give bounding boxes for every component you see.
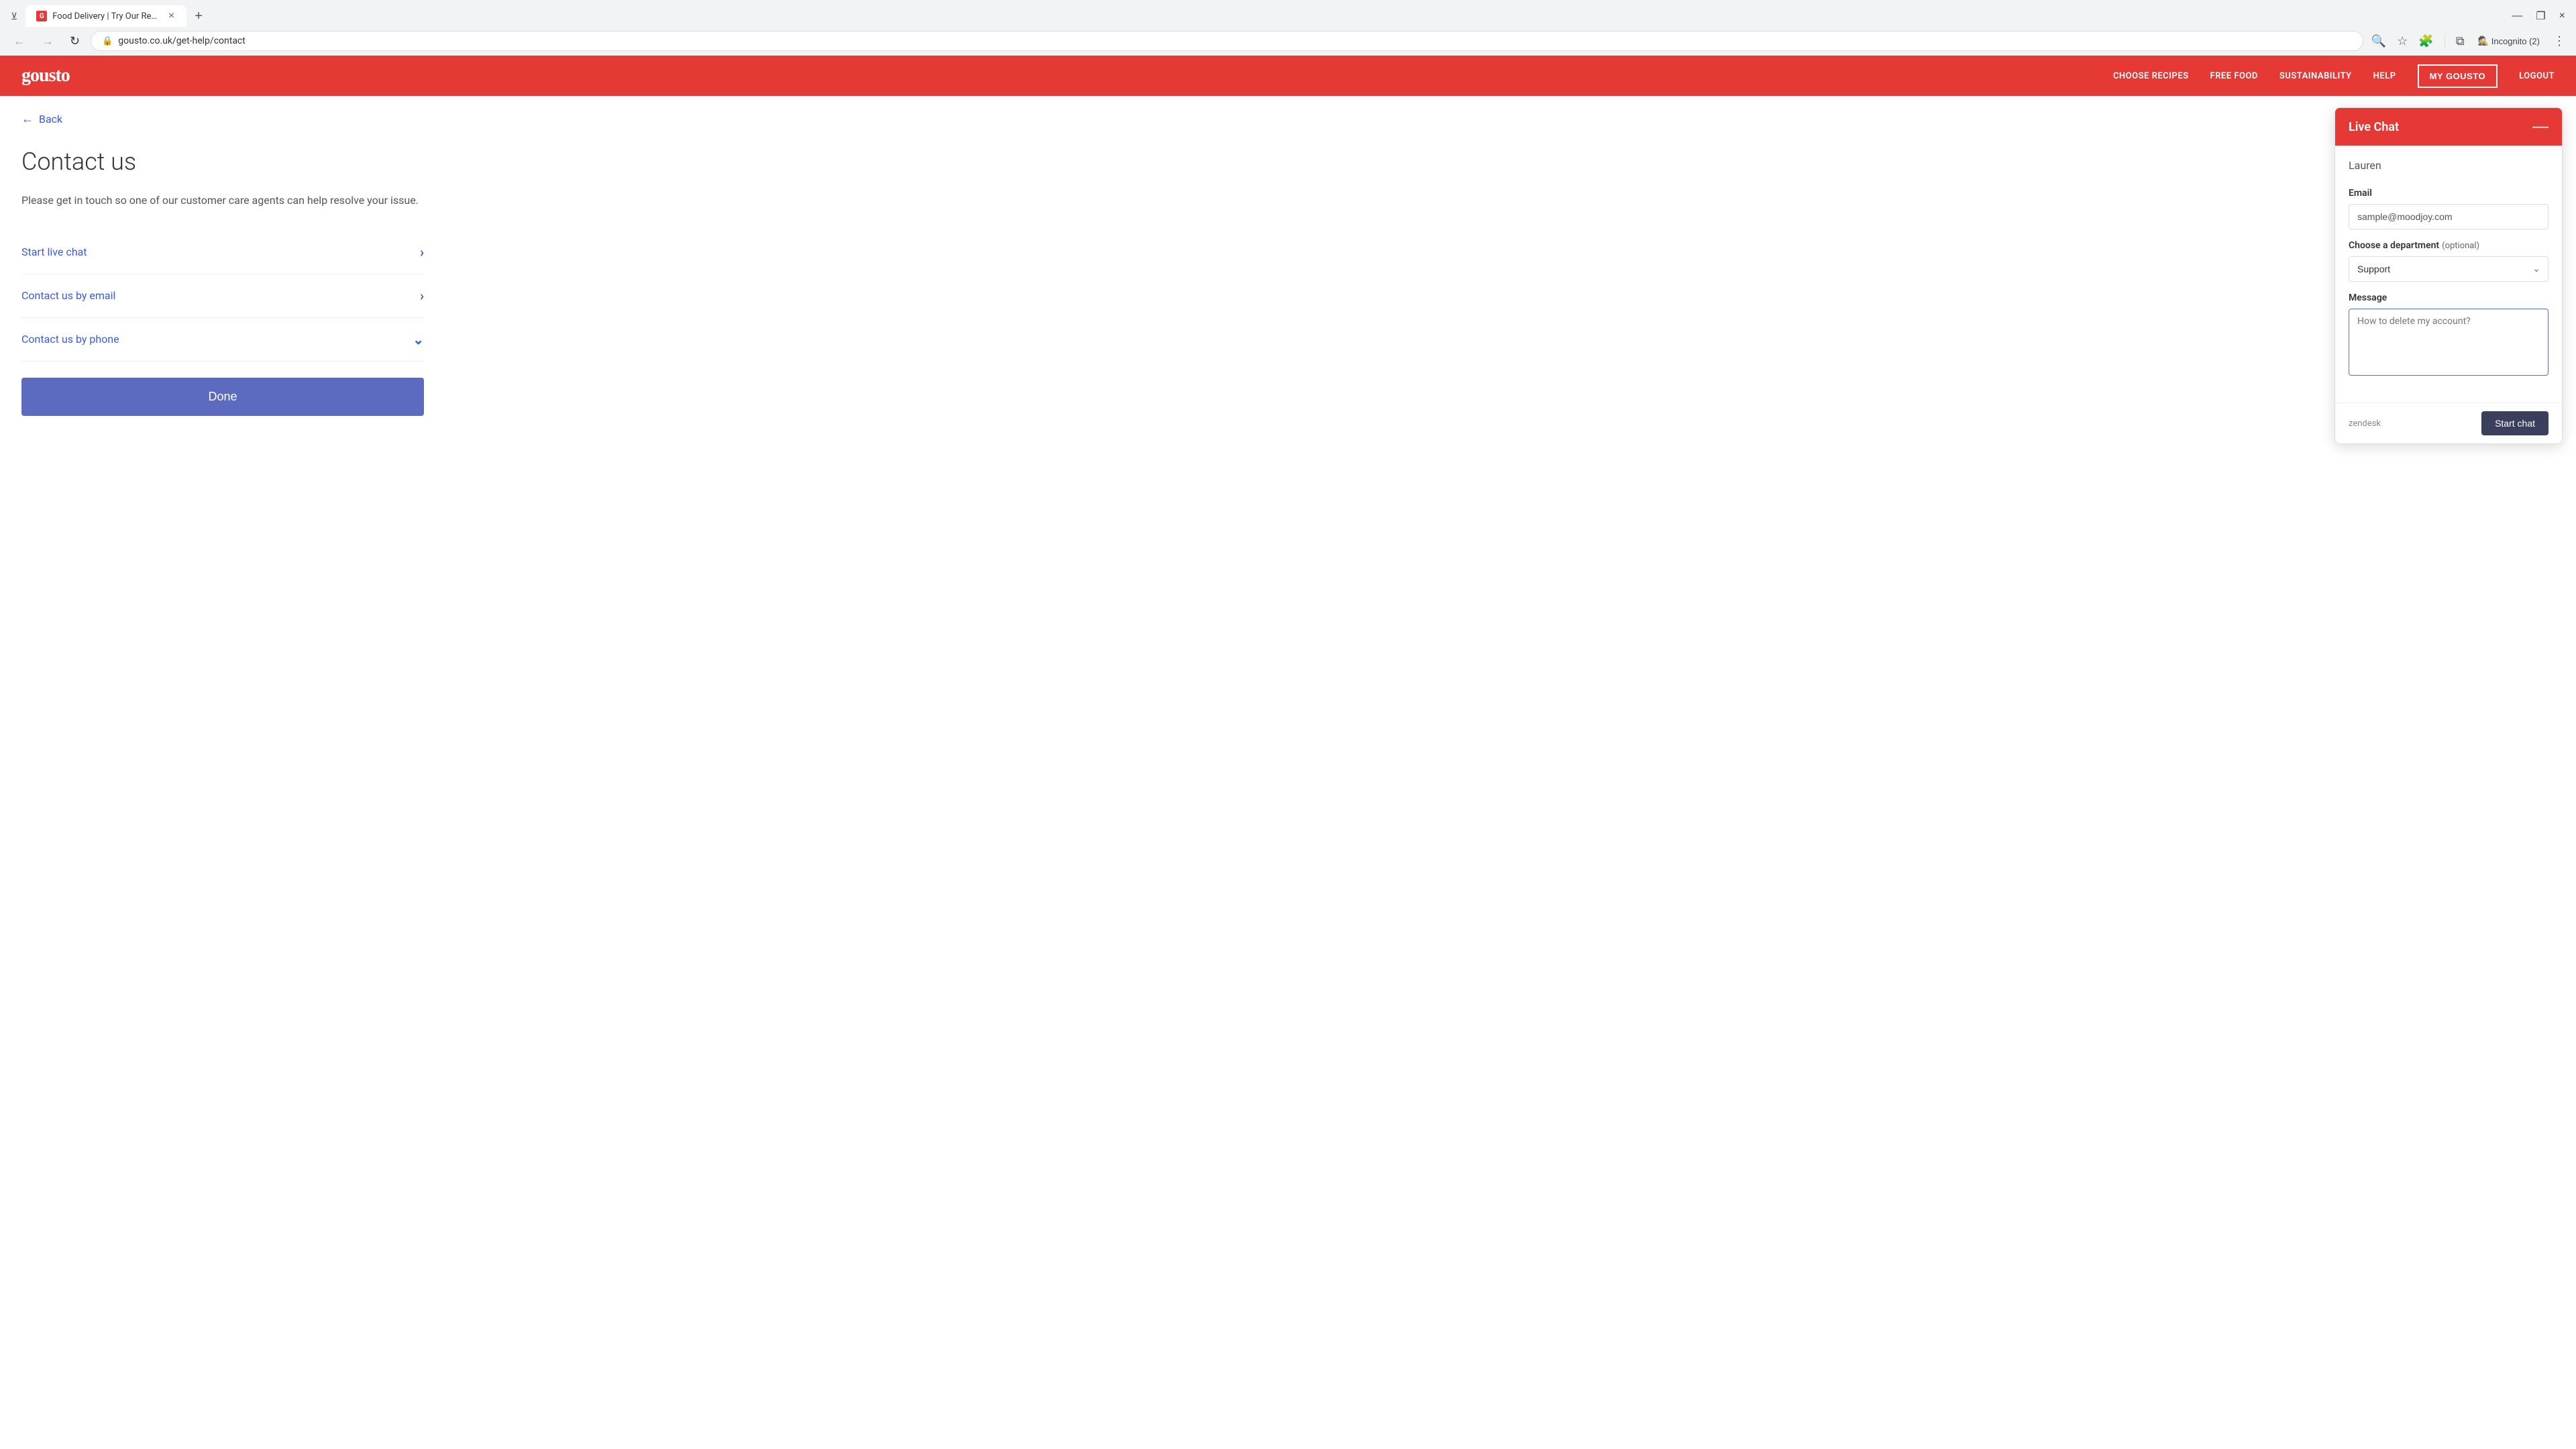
incognito-icon: 🕵 xyxy=(2478,36,2489,46)
bookmark-icon-button[interactable]: ☆ xyxy=(2394,32,2410,51)
back-link[interactable]: ← Back xyxy=(21,112,784,126)
contact-phone-chevron: ⌄ xyxy=(413,331,424,347)
incognito-button[interactable]: 🕵 Incognito (2) xyxy=(2473,33,2545,49)
tab-title: Food Delivery | Try Our Recipe xyxy=(52,11,162,21)
nav-choose-recipes[interactable]: CHOOSE RECIPES xyxy=(2113,71,2189,81)
chat-message-textarea[interactable] xyxy=(2349,309,2548,376)
back-button[interactable]: ← xyxy=(8,32,31,51)
contact-email-label: Contact us by email xyxy=(21,289,115,302)
live-chat-footer: zendesk Start chat xyxy=(2335,402,2562,443)
browser-actions: 🔍 ☆ 🧩 ⧉ 🕵 Incognito (2) ⋮ xyxy=(2369,32,2568,51)
extensions-icon-button[interactable]: 🧩 xyxy=(2416,32,2436,51)
window-close-button[interactable]: × xyxy=(2554,7,2571,25)
chat-department-label: Choose a department xyxy=(2349,240,2439,251)
search-icon-button[interactable]: 🔍 xyxy=(2369,32,2389,51)
window-maximize-button[interactable]: ❐ xyxy=(2530,7,2551,25)
done-button[interactable]: Done xyxy=(21,378,424,416)
start-chat-button[interactable]: Start chat xyxy=(2481,411,2548,435)
tab-group-icon: ⊻ xyxy=(11,11,17,22)
tab-favicon: G xyxy=(36,11,47,21)
active-tab[interactable]: G Food Delivery | Try Our Recipe × xyxy=(25,5,186,27)
incognito-label: Incognito (2) xyxy=(2491,36,2540,46)
live-chat-body: Lauren Email Choose a department (option… xyxy=(2335,146,2562,402)
contact-option-live-chat[interactable]: Start live chat › xyxy=(21,231,424,274)
sidebar-icon-button[interactable]: ⧉ xyxy=(2453,32,2467,51)
live-chat-minimize-button[interactable]: — xyxy=(2532,119,2548,135)
contact-option-email[interactable]: Contact us by email › xyxy=(21,274,424,318)
menu-button[interactable]: ⋮ xyxy=(2551,32,2568,51)
contact-live-chat-label: Start live chat xyxy=(21,246,87,258)
page-description: Please get in touch so one of our custom… xyxy=(21,192,424,209)
browser-chrome: ⊻ G Food Delivery | Try Our Recipe × + —… xyxy=(0,0,2576,56)
chat-email-label: Email xyxy=(2349,188,2548,199)
zendesk-label: zendesk xyxy=(2349,419,2381,429)
live-chat-panel: Live Chat — Lauren Email Choose a depart… xyxy=(2334,107,2563,444)
back-arrow-icon: ← xyxy=(21,112,34,126)
forward-button[interactable]: → xyxy=(36,32,59,51)
refresh-button[interactable]: ↻ xyxy=(64,32,85,51)
lock-icon: 🔒 xyxy=(102,36,113,46)
contact-phone-label: Contact us by phone xyxy=(21,333,119,345)
chat-department-optional: (optional) xyxy=(2442,241,2479,251)
chat-department-wrapper: Support ⌄ xyxy=(2349,256,2548,282)
live-chat-header: Live Chat — xyxy=(2335,108,2562,146)
live-chat-title: Live Chat xyxy=(2349,120,2399,134)
tab-group-button[interactable]: ⊻ xyxy=(5,8,23,25)
chat-message-label: Message xyxy=(2349,292,2548,303)
chat-name-display: Lauren xyxy=(2349,159,2548,177)
back-label: Back xyxy=(39,113,62,125)
tab-close-button[interactable]: × xyxy=(167,11,176,21)
my-gousto-button[interactable]: MY GOUSTO xyxy=(2418,64,2498,88)
url-text: gousto.co.uk/get-help/contact xyxy=(118,36,2351,46)
chat-department-select[interactable]: Support xyxy=(2349,256,2548,282)
site-navigation: gousto CHOOSE RECIPES FREE FOOD SUSTAINA… xyxy=(0,56,2576,96)
contact-live-chat-chevron: › xyxy=(420,244,424,260)
nav-free-food[interactable]: FREE FOOD xyxy=(2210,71,2258,81)
window-minimize-button[interactable]: — xyxy=(2506,7,2528,25)
contact-option-phone[interactable]: Contact us by phone ⌄ xyxy=(21,318,424,362)
gousto-logo[interactable]: gousto xyxy=(21,65,70,87)
main-content: ← Back Contact us Please get in touch so… xyxy=(0,96,805,432)
nav-sustainability[interactable]: SUSTAINABILITY xyxy=(2279,71,2352,81)
new-tab-button[interactable]: + xyxy=(189,6,208,27)
address-bar[interactable]: 🔒 gousto.co.uk/get-help/contact xyxy=(91,31,2363,51)
address-bar-row: ← → ↻ 🔒 gousto.co.uk/get-help/contact 🔍 … xyxy=(0,27,2576,55)
tab-bar: ⊻ G Food Delivery | Try Our Recipe × + —… xyxy=(0,0,2576,27)
page-title: Contact us xyxy=(21,148,784,176)
nav-logout[interactable]: LOGOUT xyxy=(2519,71,2555,81)
chat-email-input[interactable] xyxy=(2349,204,2548,229)
nav-help[interactable]: HELP xyxy=(2373,71,2396,81)
contact-email-chevron: › xyxy=(420,288,424,304)
nav-links: CHOOSE RECIPES FREE FOOD SUSTAINABILITY … xyxy=(2113,64,2555,88)
